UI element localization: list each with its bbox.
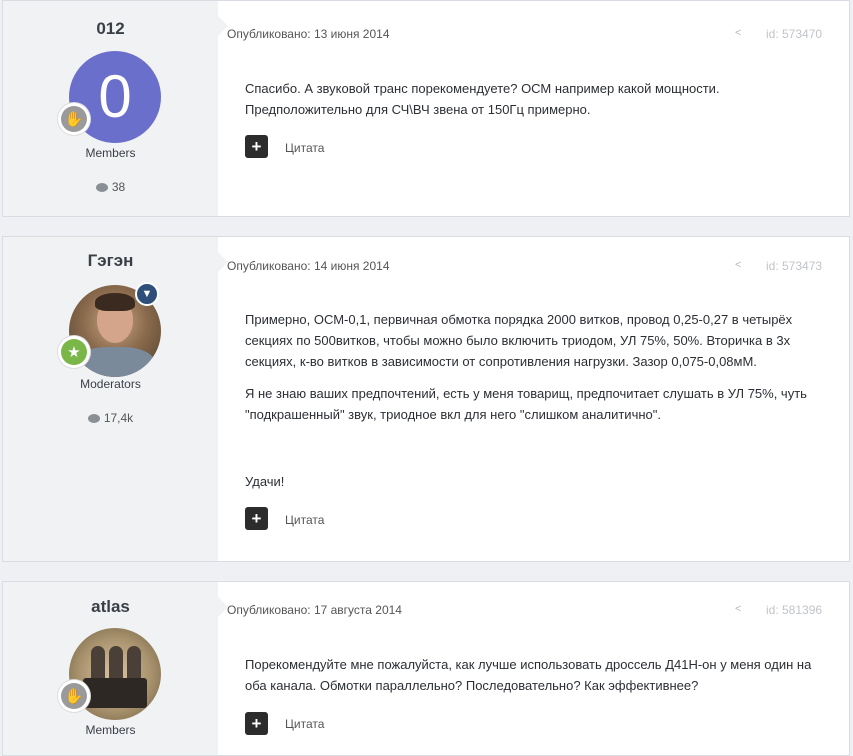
post-date[interactable]: Опубликовано: 17 августа 2014	[227, 603, 402, 617]
avatar-tube	[91, 646, 105, 680]
avatar-amp-base	[83, 678, 147, 708]
post-paragraph: Порекомендуйте мне пожалуйста, как лучше…	[245, 657, 812, 693]
post: 012 0 ✋ Members 38 Опубликовано: 13 июня…	[2, 0, 850, 217]
post-date[interactable]: Опубликовано: 14 июня 2014	[227, 259, 390, 273]
post: Гэгэн ▼ ★ Moderators 17,4k Опубликовано:…	[2, 236, 850, 562]
post-paragraph: Удачи!	[245, 474, 285, 489]
quote-label[interactable]: Цитата	[285, 717, 324, 731]
post-paragraph: Примерно, ОСМ-0,1, первичная обмотка пор…	[245, 312, 793, 369]
share-icon[interactable]: <	[735, 27, 741, 39]
avatar-tube	[109, 646, 123, 680]
quote-label[interactable]: Цитата	[285, 513, 324, 527]
plus-icon: +	[251, 509, 262, 528]
share-icon[interactable]: <	[735, 259, 741, 271]
comment-icon	[95, 183, 108, 192]
quote-button[interactable]: +	[245, 507, 268, 530]
hand-wave-icon: ✋	[61, 683, 87, 709]
post-count-value: 38	[111, 180, 126, 194]
shield-icon: ▼	[135, 282, 159, 306]
author-name-link[interactable]: Гэгэн	[3, 251, 218, 271]
post-count[interactable]: 38	[3, 180, 218, 194]
quote-button[interactable]: +	[245, 135, 268, 158]
post-date[interactable]: Опубликовано: 13 июня 2014	[227, 27, 390, 41]
quote-label[interactable]: Цитата	[285, 141, 324, 155]
post-id: id: 581396	[766, 603, 823, 617]
comment-icon	[87, 414, 100, 423]
rank-badge: ✋	[58, 103, 90, 135]
author-name-link[interactable]: atlas	[3, 597, 218, 617]
star-icon: ★	[61, 339, 87, 365]
author-panel: Гэгэн ▼ ★ Moderators 17,4k	[3, 237, 218, 561]
hand-wave-icon: ✋	[61, 106, 87, 132]
author-panel: atlas ✋ Members	[3, 582, 218, 755]
post-count-value: 17,4k	[103, 411, 134, 425]
post-paragraph: Спасибо. А звуковой транс порекомендуете…	[245, 81, 720, 117]
rank-badge: ✋	[58, 680, 90, 712]
user-group: Moderators	[80, 377, 141, 391]
post-count[interactable]: 17,4k	[3, 411, 218, 425]
post-paragraph: Я не знаю ваших предпочтений, есть у мен…	[245, 386, 807, 422]
share-icon[interactable]: <	[735, 603, 741, 615]
avatar-hair	[95, 293, 135, 311]
quote-button[interactable]: +	[245, 712, 268, 735]
user-group: Members	[85, 146, 136, 160]
rank-badge: ★	[58, 336, 90, 368]
avatar-tube	[127, 646, 141, 680]
post-id: id: 573473	[766, 259, 823, 273]
post-id: id: 573470	[766, 27, 823, 41]
author-panel: 012 0 ✋ Members 38	[3, 1, 218, 216]
user-group: Members	[85, 723, 136, 737]
post: atlas ✋ Members Опубликовано: 17 августа…	[2, 581, 850, 756]
plus-icon: +	[251, 137, 262, 156]
plus-icon: +	[251, 714, 262, 733]
author-name-link[interactable]: 012	[3, 19, 218, 39]
